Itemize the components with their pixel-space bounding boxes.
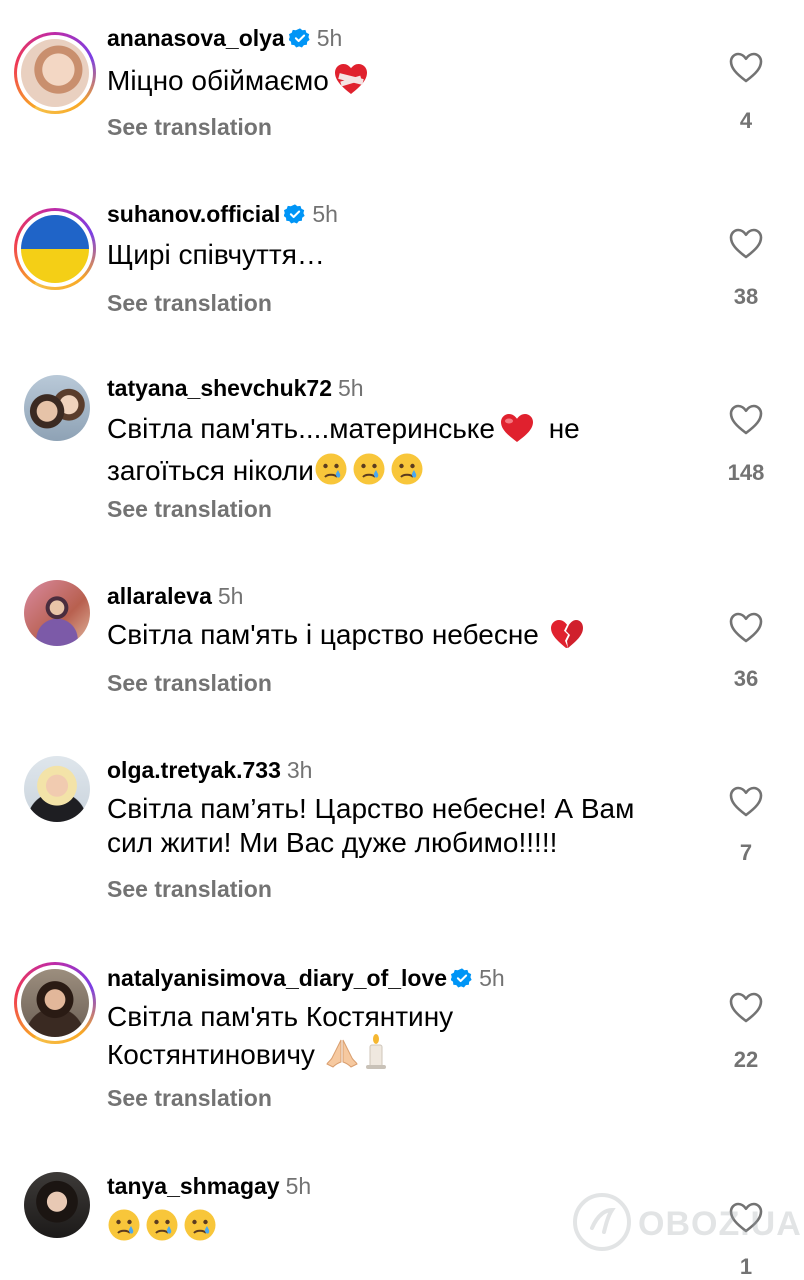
comment-text-line1-after: не: [548, 413, 580, 444]
comment-username[interactable]: allaraleva: [107, 583, 212, 609]
ukraine-flag-avatar: [21, 215, 89, 283]
watermark-text: OBOZ.UA: [638, 1205, 802, 1243]
praying-hands-icon: [325, 1036, 359, 1078]
broken-heart-icon: [549, 618, 585, 658]
comment-text: Міцно обіймаємо: [107, 65, 329, 96]
comment-text-line2: Костянтиновичу: [107, 1039, 315, 1070]
comment-time: 5h: [479, 965, 505, 991]
comment-time: 5h: [217, 583, 244, 609]
comment-username[interactable]: natalyanisimova_diary_of_love: [107, 965, 447, 991]
crying-face-icon: [145, 1208, 179, 1250]
comment-text-line1: Світла пам'ять Костянтину: [107, 1001, 454, 1032]
avatar-photo: [21, 969, 89, 1037]
watermark-logo-icon: [572, 1192, 632, 1257]
avatar[interactable]: [14, 208, 96, 290]
like-heart-icon[interactable]: [728, 228, 764, 264]
crying-face-icon: [107, 1208, 141, 1250]
avatar[interactable]: [24, 756, 90, 822]
see-translation-link[interactable]: See translation: [107, 114, 272, 141]
comment-username[interactable]: tatyana_shevchuk72: [107, 375, 332, 401]
avatar[interactable]: [14, 962, 96, 1044]
like-heart-icon[interactable]: [728, 786, 764, 822]
avatar[interactable]: [14, 32, 96, 114]
like-count: 22: [733, 1047, 759, 1072]
comment-text-line2: загоїться ніколи: [107, 455, 314, 486]
comment-time: 5h: [285, 1173, 312, 1199]
avatar[interactable]: [24, 580, 90, 646]
comment-time: 5h: [312, 201, 338, 227]
comment-text-line2: сил жити! Ми Вас дуже любимо!!!!!: [107, 827, 558, 858]
comment-text-line1: Світла пам'ять....материнське: [107, 413, 495, 444]
verified-badge-icon: [450, 967, 473, 995]
watermark: OBOZ.UA: [572, 1192, 802, 1257]
comment-time: 5h: [316, 25, 343, 51]
like-heart-icon[interactable]: [728, 52, 764, 88]
verified-badge-icon: [283, 203, 306, 231]
comment-text: Щирі співчуття…: [107, 239, 325, 270]
like-heart-icon[interactable]: [728, 992, 764, 1028]
comment-username[interactable]: olga.tretyak.733: [107, 757, 281, 783]
see-translation-link[interactable]: See translation: [107, 290, 272, 317]
avatar[interactable]: [24, 375, 90, 441]
like-count: 38: [733, 284, 759, 309]
comment-username[interactable]: tanya_shmagay: [107, 1173, 280, 1199]
comment-text: Світла пам'ять і царство небесне: [107, 619, 539, 650]
like-heart-icon[interactable]: [728, 404, 764, 440]
comment-time: 3h: [286, 757, 313, 783]
like-count: 4: [739, 108, 753, 133]
see-translation-link[interactable]: See translation: [107, 1085, 272, 1112]
see-translation-link[interactable]: See translation: [107, 496, 272, 523]
see-translation-link[interactable]: See translation: [107, 670, 272, 697]
like-count: 7: [739, 840, 753, 865]
verified-badge-icon: [288, 27, 311, 55]
like-heart-icon[interactable]: [728, 612, 764, 648]
crying-face-icon: [352, 452, 386, 494]
like-count: 148: [727, 460, 765, 485]
see-translation-link[interactable]: See translation: [107, 876, 272, 903]
crying-face-icon: [183, 1208, 217, 1250]
crying-face-icon: [390, 452, 424, 494]
comment-text-line1: Світла пам’ять! Царство небесне! А Вам: [107, 793, 635, 824]
red-heart-icon: [499, 412, 535, 452]
comment-username[interactable]: ananasova_olya: [107, 25, 285, 51]
candle-icon: [363, 1034, 389, 1078]
crying-face-icon: [314, 452, 348, 494]
avatar-photo: [21, 39, 89, 107]
avatar[interactable]: [24, 1172, 90, 1238]
comment-time: 5h: [338, 375, 364, 401]
like-count: 36: [733, 666, 759, 691]
mending-heart-icon: [333, 62, 369, 104]
comment-username[interactable]: suhanov.official: [107, 201, 280, 227]
like-count: 1: [739, 1254, 753, 1279]
